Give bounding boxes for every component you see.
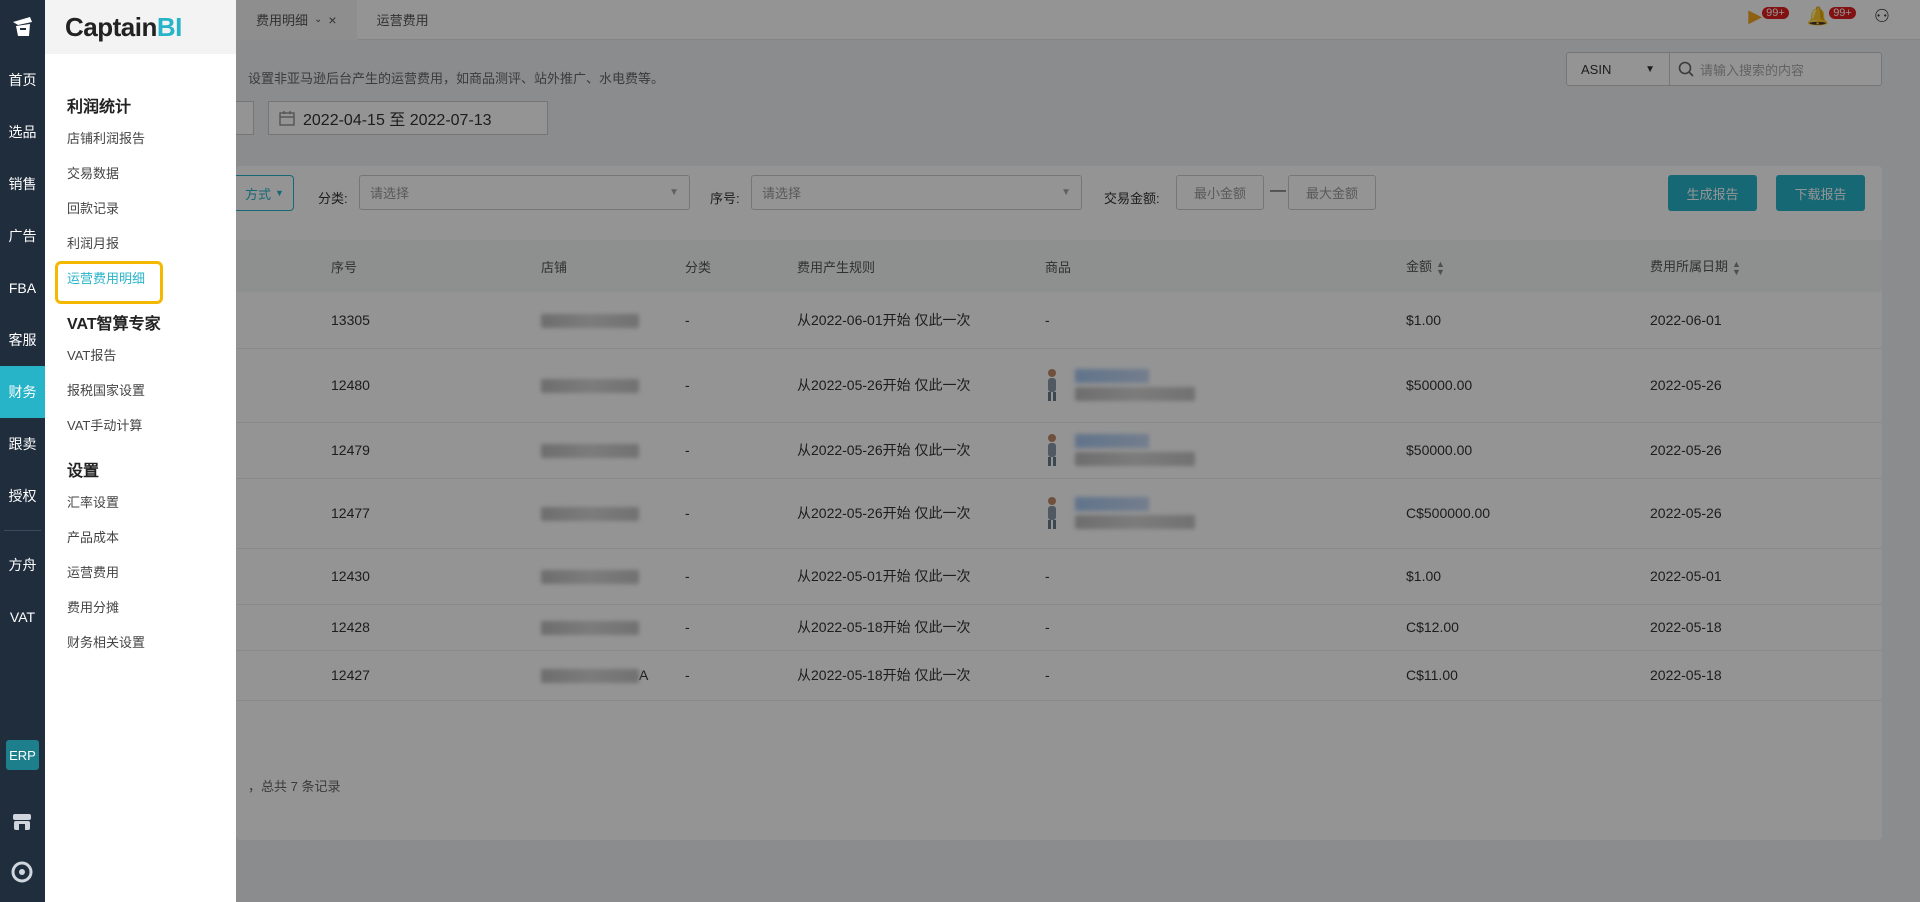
submenu-item[interactable]: 汇率设置 [67, 484, 236, 519]
submenu-item[interactable]: 报税国家设置 [67, 372, 236, 407]
brand-part-1: Captain [65, 11, 157, 42]
rail-item[interactable]: 财务 [0, 366, 45, 418]
active-item-highlight [55, 261, 163, 304]
modal-overlay[interactable] [236, 0, 1920, 902]
captainbi-logo[interactable]: Captain BI [45, 0, 236, 54]
submenu-item[interactable]: 交易数据 [67, 155, 236, 190]
submenu-item[interactable]: 店铺利润报告 [67, 120, 236, 155]
rail-item[interactable]: VAT [0, 591, 45, 643]
submenu-item[interactable]: 利润月报 [67, 225, 236, 260]
rail-item[interactable]: 跟卖 [0, 418, 45, 470]
submenu-group: VAT智算专家 VAT报告 报税国家设置 VAT手动计算 [45, 307, 236, 442]
rail-item[interactable]: 销售 [0, 158, 45, 210]
rail-item[interactable]: 选品 [0, 106, 45, 158]
left-rail: 首页 选品 销售 广告 FBA 客服 财务 跟卖 授权方舟 VAT ERP [0, 0, 45, 902]
submenu-item[interactable]: 财务相关设置 [67, 624, 236, 659]
rail-item[interactable]: FBA [0, 262, 45, 314]
submenu-item[interactable]: VAT报告 [67, 337, 236, 372]
support-icon[interactable] [10, 860, 34, 884]
submenu-item[interactable]: 运营费用 [67, 554, 236, 589]
finance-submenu: Captain BI 利润统计 店铺利润报告 交易数据 回款记录 利润月报 运营费用明细 VA… [45, 0, 236, 902]
rail-item[interactable]: 客服 [0, 314, 45, 366]
submenu-group: 设置汇率设置 产品成本 运营费用 费用分摊 财务相关设置 [45, 454, 236, 659]
rail-item[interactable]: 方舟 [0, 539, 45, 591]
submenu-group-title: 利润统计 [67, 99, 132, 116]
submenu-item[interactable]: 回款记录 [67, 190, 236, 225]
brand-part-2: BI [156, 11, 183, 42]
captain-logo-icon[interactable] [0, 0, 45, 54]
erp-button[interactable]: ERP [6, 740, 39, 770]
rail-item[interactable]: 广告 [0, 210, 45, 262]
shop-icon[interactable] [10, 810, 34, 834]
rail-divider [4, 530, 41, 531]
rail-item[interactable]: 授权 [0, 470, 45, 522]
submenu-group-title: VAT智算专家 [67, 316, 161, 333]
submenu-item[interactable]: VAT手动计算 [67, 407, 236, 442]
submenu-item[interactable]: 费用分摊 [67, 589, 236, 624]
submenu-item[interactable]: 产品成本 [67, 519, 236, 554]
submenu-group-title: 设置 [67, 463, 100, 480]
rail-item[interactable]: 首页 [0, 54, 45, 106]
